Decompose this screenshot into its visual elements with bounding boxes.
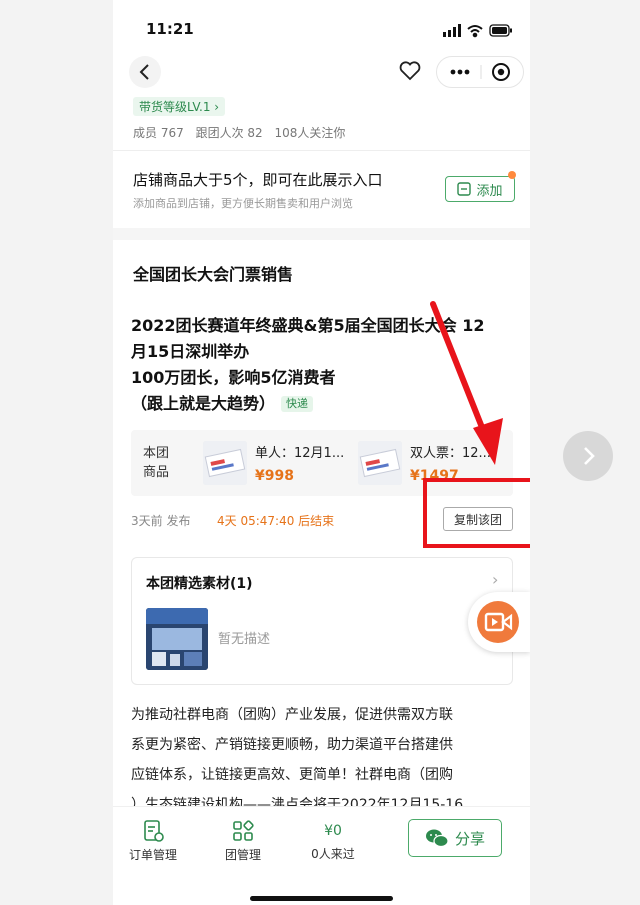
tab-orders-label: 订单管理 <box>128 848 177 862</box>
order-list-icon <box>144 820 164 842</box>
product-thumbnail[interactable] <box>203 441 247 485</box>
back-button[interactable] <box>129 56 161 88</box>
article-text: 为推动社群电商（团购）产业发展，促进供需双方联 系更为紧密、产销链接更顺畅，助力… <box>131 700 516 820</box>
followers-count: 跟团人次 82 <box>195 126 263 140</box>
annotation-arrow-icon <box>430 301 503 465</box>
status-time: 11:21 <box>146 20 194 38</box>
material-card[interactable]: 本团精选素材(1) › 暂无描述 <box>131 557 513 685</box>
close-mini-program-icon <box>492 63 510 81</box>
highlight-box <box>423 478 530 548</box>
store-icon <box>457 182 472 196</box>
wechat-icon <box>425 829 449 848</box>
posted-time: 3天前 发布 <box>131 514 191 528</box>
tab-group[interactable]: 团管理 <box>213 819 273 863</box>
express-tag: 快递 <box>281 396 314 412</box>
chevron-left-icon <box>139 64 149 80</box>
promo-title: 店铺商品大于5个，即可在此展示入口 <box>133 171 383 189</box>
notification-dot <box>508 171 516 179</box>
members-count: 成员 767 <box>133 126 184 140</box>
chevron-right-icon: › <box>492 570 499 589</box>
capsule-menu <box>436 56 524 88</box>
tab-group-label: 团管理 <box>224 848 261 862</box>
material-description: 暂无描述 <box>218 632 271 647</box>
share-label: 分享 <box>454 829 485 848</box>
promo-subtitle: 添加商品到店铺，更方便长期售卖和用户浏览 <box>133 197 353 210</box>
more-icon <box>450 69 470 75</box>
article-line: 系更为紧密、产销链接更顺畅，助力渠道平台搭建供 <box>131 737 453 753</box>
chevron-right-icon <box>584 447 595 465</box>
video-circle <box>477 601 519 643</box>
stats-line: 成员 767 跟团人次 82 108人关注你 <box>133 124 353 141</box>
products-label: 本团 商品 <box>143 444 175 482</box>
share-button[interactable]: 分享 <box>408 819 502 857</box>
level-tag[interactable]: 带货等级LV.1 › <box>133 97 226 116</box>
group-title: 全国团长大会门票销售 <box>133 265 294 284</box>
status-icons <box>443 23 513 42</box>
post-line-text: （跟上就是大趋势） <box>131 394 276 413</box>
product-thumbnail[interactable] <box>358 441 402 485</box>
material-title: 本团精选素材(1) <box>146 576 253 592</box>
product-price: ¥998 <box>255 468 294 484</box>
visitor-stats: ¥0 0人来过 <box>303 823 363 862</box>
home-indicator <box>250 896 393 901</box>
product-name: 单人：12月1... <box>255 446 345 461</box>
add-button[interactable]: 添加 <box>445 176 515 202</box>
countdown: 4天 05:47:40 后结束 <box>217 514 335 528</box>
material-image[interactable] <box>146 608 208 670</box>
add-label: 添加 <box>476 183 503 199</box>
signal-icon <box>443 24 461 37</box>
attention-count: 108人关注你 <box>274 126 346 140</box>
visitors-count: 0人来过 <box>311 847 355 861</box>
products-label-line: 商品 <box>143 465 170 480</box>
divider <box>113 150 530 151</box>
favorite-button[interactable] <box>397 58 423 88</box>
tab-orders[interactable]: 订单管理 <box>123 819 183 863</box>
grid-icon <box>233 820 254 841</box>
phone-screen: 11:21 带货等级LV.1 › 成员 767 跟团人次 82 108人关注你 … <box>113 0 530 905</box>
section-gap <box>113 228 530 240</box>
article-line: 为推动社群电商（团购）产业发展，促进供需双方联 <box>131 707 453 723</box>
next-image-button[interactable] <box>563 431 613 481</box>
wifi-icon <box>467 25 483 38</box>
article-line: 应链体系，让链接更高效、更简单！社群电商（团购 <box>131 767 453 783</box>
bottom-bar: 订单管理 团管理 ¥0 0人来过 分享 <box>113 806 530 905</box>
video-camera-icon <box>484 612 513 632</box>
heart-icon <box>399 61 421 81</box>
video-button[interactable] <box>468 592 530 652</box>
products-label-line: 本团 <box>143 446 170 461</box>
amount-value: ¥0 <box>324 823 342 839</box>
battery-icon <box>489 24 512 37</box>
